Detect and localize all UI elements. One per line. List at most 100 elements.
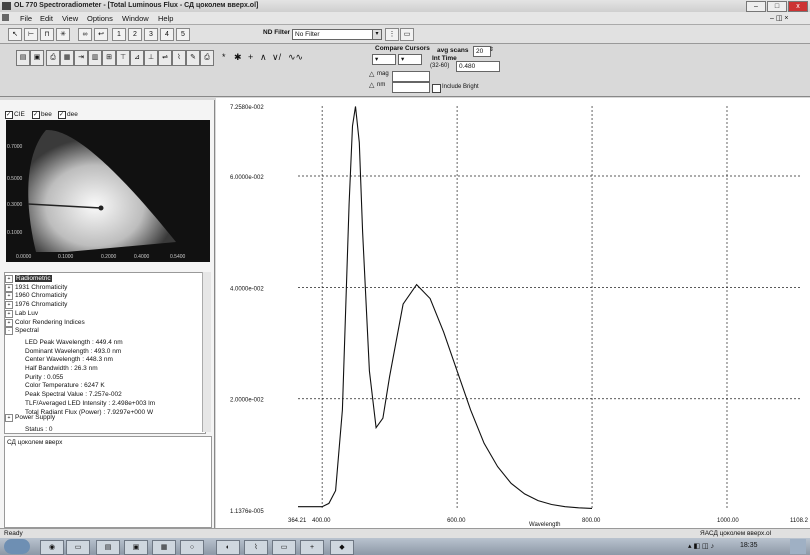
tree-item[interactable]: Purity : 0.055 bbox=[5, 371, 63, 381]
taskbar-app-icon[interactable]: ◉ bbox=[40, 540, 64, 555]
scan-tool-icon[interactable]: ↩ bbox=[94, 28, 108, 41]
minimize-button[interactable]: – bbox=[746, 1, 766, 12]
tree-item[interactable]: Half Bandwidth : 26.3 nm bbox=[5, 362, 98, 372]
include-bright-checkbox[interactable] bbox=[432, 84, 441, 93]
expander-icon[interactable]: - bbox=[5, 327, 13, 336]
report-icon[interactable]: ▦ bbox=[60, 50, 74, 66]
pencil-icon[interactable]: ✎ bbox=[186, 50, 200, 66]
link-tool-icon[interactable]: ∞ bbox=[78, 28, 92, 41]
star-small-icon[interactable]: * bbox=[222, 52, 226, 62]
tree-item[interactable]: +1976 Chromaticity bbox=[5, 301, 67, 310]
compare-icon[interactable]: ⇌ bbox=[158, 50, 172, 66]
ramp-icon[interactable]: ⊿ bbox=[130, 50, 144, 66]
cie-check-label: CIE bbox=[14, 111, 25, 118]
wave-icon[interactable]: ∨/ bbox=[272, 52, 281, 63]
scan-icon[interactable]: ▥ bbox=[88, 50, 102, 66]
cursor-a-select[interactable]: ▾ bbox=[372, 54, 396, 65]
clock: 18:35 bbox=[740, 542, 758, 549]
marker-tool-icon[interactable]: ⊢ bbox=[24, 28, 38, 41]
taskbar-app-icon[interactable]: ◐ bbox=[216, 540, 240, 555]
tree-item[interactable]: Status : 0 bbox=[5, 423, 52, 433]
tree-item[interactable]: + Color Rendering Indices bbox=[5, 318, 85, 328]
menu-file[interactable]: File bbox=[20, 14, 32, 23]
tree-item[interactable]: - Spectral bbox=[5, 327, 39, 336]
bee-checkbox[interactable]: ✓ bbox=[32, 111, 40, 119]
close-button[interactable]: x bbox=[788, 1, 808, 12]
print-icon[interactable]: ⎙ bbox=[46, 50, 60, 66]
taskbar-app-icon[interactable]: ▭ bbox=[272, 540, 296, 555]
preset-4-button[interactable]: 4 bbox=[160, 28, 174, 41]
tree-item[interactable]: TLF/Averaged LED Intensity : 2.498e+003 … bbox=[5, 397, 155, 407]
caret-icon[interactable]: ∧ bbox=[260, 52, 267, 63]
expander-icon[interactable]: + bbox=[5, 275, 13, 283]
taskbar-app-icon[interactable]: ◆ bbox=[330, 540, 354, 555]
tree-item[interactable]: + Lab Luv bbox=[5, 309, 38, 319]
tree-item[interactable]: Dominant Wavelength : 493.0 nm bbox=[5, 345, 121, 355]
taskbar-app-icon[interactable]: ▤ bbox=[96, 540, 120, 555]
tree-item[interactable]: LED Peak Wavelength : 449.4 nm bbox=[5, 336, 123, 346]
filter-icon[interactable]: ⊤ bbox=[116, 50, 130, 66]
preset-2-button[interactable]: 2 bbox=[128, 28, 142, 41]
printer-icon[interactable]: ⎙ bbox=[200, 50, 214, 66]
cie-checkbox[interactable]: ✓ bbox=[5, 111, 13, 119]
taskbar-app-icon[interactable]: ○ bbox=[180, 540, 204, 555]
show-desktop-button[interactable] bbox=[790, 539, 806, 554]
tree-item[interactable]: Color Temperature : 6247 K bbox=[5, 379, 105, 389]
spectrum-icon[interactable]: ∿∿ bbox=[288, 52, 303, 63]
nd-filter-select[interactable]: No Filter bbox=[292, 29, 376, 40]
tree-item[interactable]: + Power Supply bbox=[5, 414, 55, 423]
menu-window[interactable]: Window bbox=[122, 14, 149, 23]
table-icon[interactable]: ⊞ bbox=[102, 50, 116, 66]
tree-item-label: 1960 Chromaticity bbox=[15, 292, 68, 300]
tree-item[interactable]: + Radiometric bbox=[5, 275, 52, 284]
notes-box[interactable]: СД цоколем вверх bbox=[4, 436, 212, 528]
tree-item[interactable]: +1960 Chromaticity bbox=[5, 292, 67, 301]
asterisk-icon[interactable]: ✱ bbox=[234, 52, 242, 63]
chart-icon[interactable]: ⌇ bbox=[172, 50, 186, 66]
expander-icon[interactable]: + bbox=[5, 309, 13, 318]
cursor-tool-icon[interactable]: ↖ bbox=[8, 28, 22, 41]
peak-icon[interactable]: ⊥ bbox=[144, 50, 158, 66]
expander-icon[interactable]: + bbox=[5, 318, 13, 327]
taskbar-app-icon[interactable]: ▣ bbox=[124, 540, 148, 555]
menu-help[interactable]: Help bbox=[158, 14, 173, 23]
cursor-b-select[interactable]: ▾ bbox=[398, 54, 422, 65]
spinner-icon[interactable]: ⇕ bbox=[489, 46, 494, 53]
expander-icon[interactable]: + bbox=[5, 292, 13, 301]
tree-item[interactable]: Center Wavelength : 448.3 nm bbox=[5, 353, 113, 363]
taskbar-app-icon[interactable]: + bbox=[300, 540, 324, 555]
tree-scrollbar[interactable] bbox=[202, 272, 211, 432]
nm-field[interactable] bbox=[392, 82, 430, 93]
settings-icon[interactable]: ⋮ bbox=[385, 28, 399, 41]
expander-icon[interactable]: + bbox=[5, 301, 13, 310]
dee-checkbox[interactable]: ✓ bbox=[58, 111, 66, 119]
menu-edit[interactable]: Edit bbox=[40, 14, 53, 23]
plus-icon[interactable]: + bbox=[248, 52, 253, 62]
save-icon[interactable]: ▣ bbox=[30, 50, 44, 66]
taskbar-app-icon[interactable]: ▭ bbox=[66, 540, 90, 555]
mdi-controls[interactable]: – ◫ × bbox=[770, 14, 788, 22]
preset-3-button[interactable]: 3 bbox=[144, 28, 158, 41]
folder-icon[interactable]: ▭ bbox=[400, 28, 414, 41]
expander-icon[interactable]: + bbox=[5, 414, 13, 423]
tree-item[interactable]: Total Radiant Flux (Power) : 7.9297e+000… bbox=[5, 406, 153, 416]
preset-5-button[interactable]: 5 bbox=[176, 28, 190, 41]
open-icon[interactable]: ▤ bbox=[16, 50, 30, 66]
maximize-button[interactable]: □ bbox=[767, 1, 787, 12]
tree-item[interactable]: +1931 Chromaticity bbox=[5, 283, 67, 293]
int-time-input[interactable]: 0.480 bbox=[456, 61, 500, 72]
star-tool-icon[interactable]: ✳ bbox=[56, 28, 70, 41]
tray-icons[interactable]: ▴ ◧ ◫ ♪ bbox=[688, 542, 714, 550]
taskbar-app-icon[interactable]: ⌇ bbox=[244, 540, 268, 555]
taskbar-app-icon[interactable]: ▦ bbox=[152, 540, 176, 555]
mag-field[interactable] bbox=[392, 71, 430, 82]
export-icon[interactable]: ⇥ bbox=[74, 50, 88, 66]
expander-icon[interactable]: + bbox=[5, 283, 13, 292]
menu-view[interactable]: View bbox=[62, 14, 78, 23]
preset-1-button[interactable]: 1 bbox=[112, 28, 126, 41]
start-button[interactable] bbox=[4, 539, 30, 554]
tree-item[interactable]: Peak Spectral Value : 7.257e-002 bbox=[5, 388, 122, 398]
chevron-down-icon[interactable]: ▾ bbox=[372, 29, 382, 40]
menu-options[interactable]: Options bbox=[87, 14, 113, 23]
lamp-tool-icon[interactable]: ⊓ bbox=[40, 28, 54, 41]
